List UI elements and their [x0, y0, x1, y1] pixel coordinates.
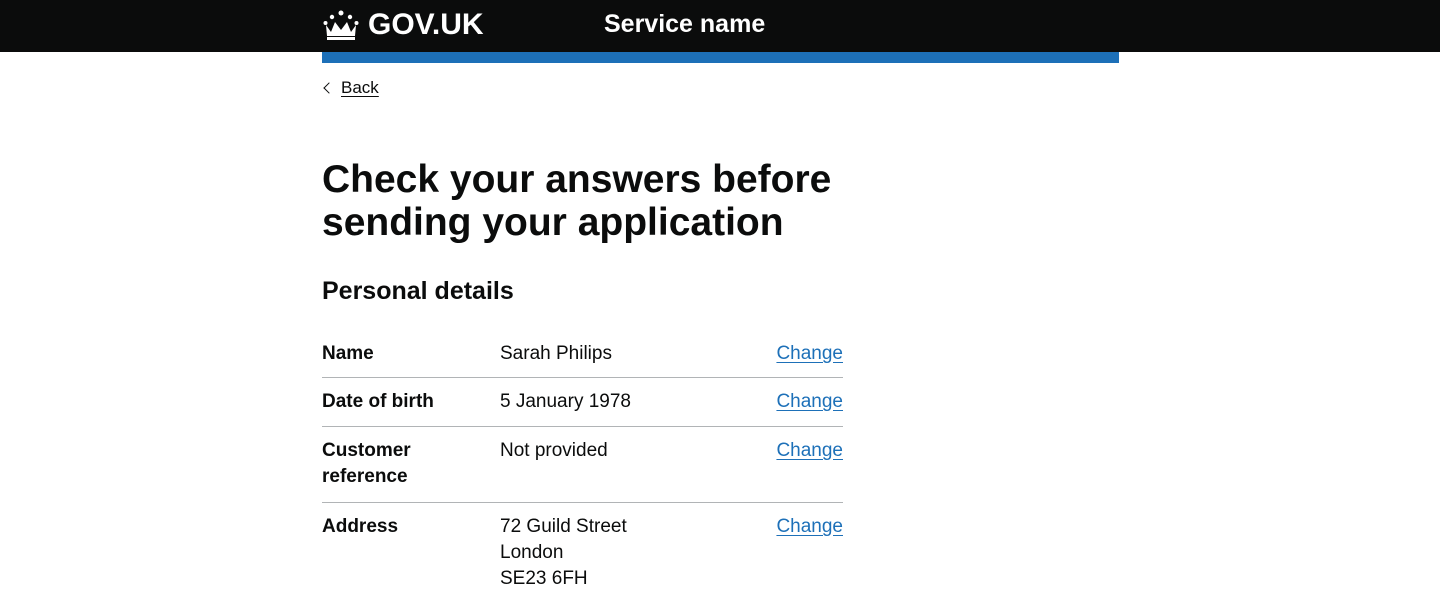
row-value: 5 January 1978	[500, 389, 750, 415]
header-accent-bar	[322, 52, 1119, 63]
summary-list: Name Sarah Philips Change Date of birth …	[322, 330, 843, 593]
summary-row-name: Name Sarah Philips Change	[322, 330, 843, 378]
row-value-line: 5 January 1978	[500, 391, 631, 412]
row-key: Name	[322, 343, 374, 364]
page-title: Check your answers before sending your a…	[322, 158, 832, 244]
chevron-left-icon	[323, 82, 335, 94]
row-value-line: Sarah Philips	[500, 343, 612, 364]
row-value: 72 Guild Street London SE23 6FH	[500, 514, 750, 592]
site-header: GOV.UK Service name	[0, 0, 1440, 52]
row-value: Sarah Philips	[500, 341, 750, 367]
back-link-label: Back	[341, 78, 379, 97]
govuk-logo-link[interactable]: GOV.UK	[322, 8, 484, 42]
change-customer-reference-link[interactable]: Change	[776, 438, 843, 464]
change-address-link[interactable]: Change	[776, 514, 843, 540]
section-title: Personal details	[322, 277, 514, 305]
logo-text: GOV.UK	[368, 8, 484, 41]
change-date-of-birth-link[interactable]: Change	[776, 389, 843, 415]
row-value-line: SE23 6FH	[500, 568, 588, 589]
service-name-link[interactable]: Service name	[604, 10, 765, 39]
row-value-line: London	[500, 542, 564, 563]
summary-row-customer-reference: Customer reference Not provided Change	[322, 427, 843, 503]
row-value-line: Not provided	[500, 440, 608, 461]
row-key: Address	[322, 516, 399, 537]
row-value-line: 72 Guild Street	[500, 516, 627, 537]
header-container: GOV.UK Service name	[322, 0, 1119, 52]
row-value: Not provided	[500, 438, 750, 464]
change-name-link[interactable]: Change	[776, 341, 843, 367]
crown-icon	[322, 10, 360, 40]
row-key: Date of birth	[322, 391, 434, 412]
row-key: Customer reference	[322, 440, 411, 487]
summary-row-address: Address 72 Guild Street London SE23 6FH …	[322, 503, 843, 593]
summary-row-date-of-birth: Date of birth 5 January 1978 Change	[322, 378, 843, 427]
back-link[interactable]: Back	[322, 78, 379, 98]
